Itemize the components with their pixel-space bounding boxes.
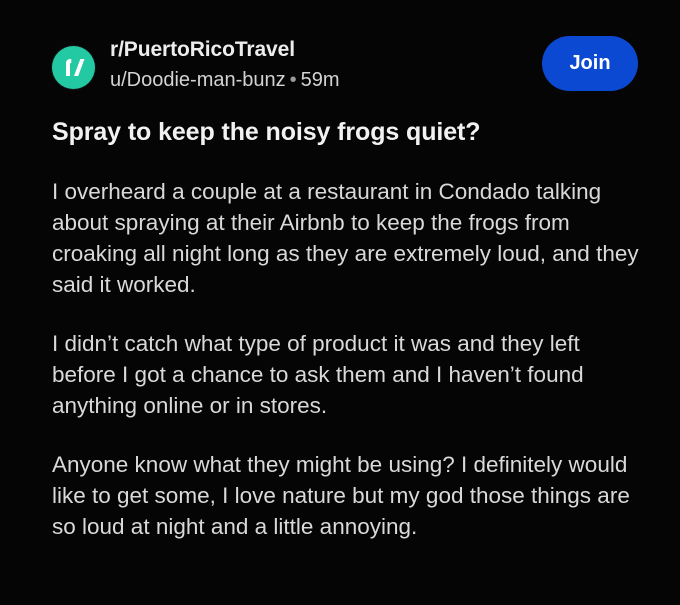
author-line: u/Doodie-man-bunz • 59m [110,67,340,93]
post-body: I overheard a couple at a restaurant in … [52,176,648,570]
post-paragraph: I didn’t catch what type of product it w… [52,331,584,418]
post-paragraph: I overheard a couple at a restaurant in … [52,179,639,297]
author-name[interactable]: u/Doodie-man-bunz [110,69,286,91]
subreddit-avatar-icon[interactable] [52,46,95,89]
post-meta: r/PuertoRicoTravel u/Doodie-man-bunz • 59m [110,36,340,93]
join-button[interactable]: Join [542,36,638,91]
post-time: 59m [300,69,340,91]
post-title[interactable]: Spray to keep the noisy frogs quiet? [52,116,642,148]
post-header: r/PuertoRicoTravel u/Doodie-man-bunz • 59m… [52,36,638,96]
subreddit-name[interactable]: r/PuertoRicoTravel [110,36,340,64]
reddit-post: r/PuertoRicoTravel u/Doodie-man-bunz • 59m… [0,0,680,605]
subreddit-logo-icon [65,58,84,76]
post-paragraph: Anyone know what they might be using? I … [52,452,630,539]
meta-separator: • [289,69,297,91]
